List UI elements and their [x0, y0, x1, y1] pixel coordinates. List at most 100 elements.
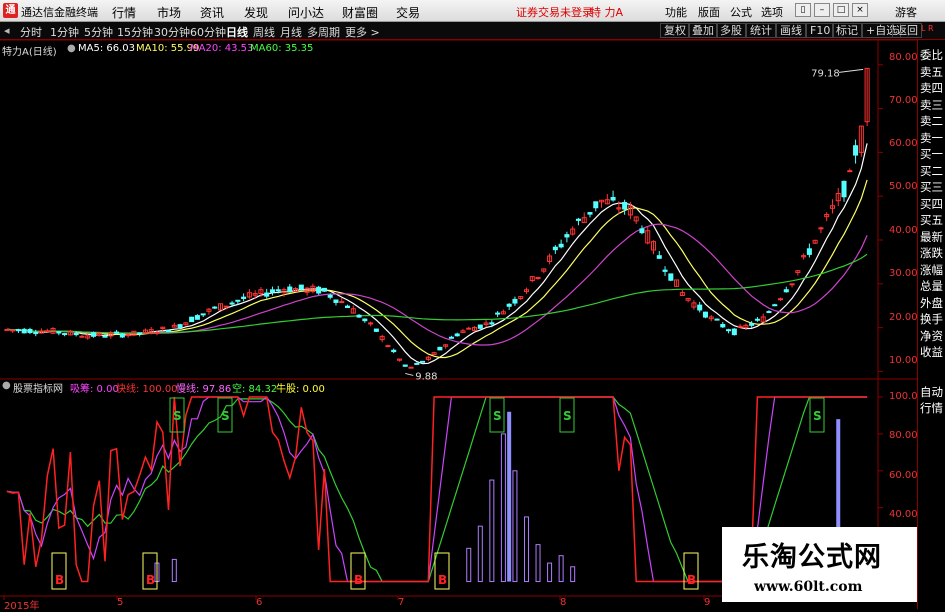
- x-tick: 9: [704, 597, 711, 608]
- sell-marker: S: [173, 409, 182, 423]
- ma-lines: [6, 143, 868, 365]
- candle-body: [79, 335, 85, 338]
- sidebar-corner-marks: L R: [921, 25, 934, 33]
- candle-body: [33, 332, 39, 335]
- ind-val-fast: 快线: 100.00: [116, 384, 178, 395]
- candle-body: [27, 328, 33, 334]
- ma5-line: [6, 143, 868, 365]
- sidebar-item[interactable]: 卖四: [920, 81, 945, 95]
- settings-dot-icon[interactable]: ●: [67, 43, 76, 54]
- candle-body: [737, 325, 743, 328]
- sidebar-item[interactable]: 最新: [920, 230, 945, 244]
- sidebar-item[interactable]: 卖一: [920, 131, 945, 145]
- candle-body: [15, 329, 21, 332]
- indicator-name: 股票指标网: [13, 384, 63, 395]
- candle-body: [10, 329, 16, 332]
- y-tick: 30.00: [889, 268, 918, 279]
- sidebar-item[interactable]: 买三: [920, 180, 945, 194]
- sidebar-item[interactable]: 买二: [920, 164, 945, 178]
- candle-body: [408, 366, 414, 369]
- buy-marker: B: [687, 573, 696, 587]
- y-tick: 10.00: [889, 355, 918, 366]
- candle-body: [56, 331, 62, 334]
- indicator-settings-icon[interactable]: ●: [2, 380, 11, 391]
- candle-body: [321, 287, 327, 292]
- y-tick: 80.00: [889, 52, 918, 63]
- candle-body: [223, 305, 229, 308]
- sidebar-item[interactable]: 涨幅: [920, 263, 945, 277]
- candle-body: [200, 313, 206, 316]
- sidebar-item[interactable]: 收益: [920, 345, 945, 359]
- candle-body: [414, 362, 420, 365]
- candle-body: [298, 284, 304, 290]
- sidebar-item[interactable]: 外盘: [920, 296, 945, 310]
- candle-body: [552, 246, 558, 251]
- candle-body: [177, 324, 183, 328]
- ma20-value: MA20: 43.53: [190, 43, 254, 54]
- x-tick: 8: [560, 597, 567, 608]
- ind-y-tick: 40.00: [889, 509, 918, 520]
- sidebar-item[interactable]: 涨跌: [920, 246, 945, 260]
- candle-body: [841, 180, 847, 198]
- sidebar-item[interactable]: 总量: [920, 279, 945, 293]
- candle-body: [264, 292, 270, 297]
- candle-body: [385, 345, 391, 348]
- candle-body: [766, 311, 772, 314]
- candle-body: [622, 201, 628, 210]
- ind-val-short: 空: 84.32: [232, 384, 278, 395]
- ind-y-tick: 60.00: [889, 470, 918, 481]
- candle-body: [789, 283, 795, 286]
- candle-body: [489, 322, 495, 325]
- y-tick: 70.00: [889, 95, 918, 106]
- ma60-value: MA60: 35.35: [250, 43, 314, 54]
- sidebar-item[interactable]: 买五: [920, 213, 945, 227]
- candle-body: [44, 330, 50, 333]
- sidebar-item[interactable]: 换手: [920, 312, 945, 326]
- sidebar-item[interactable]: 卖五: [920, 65, 945, 79]
- candle-body: [114, 331, 120, 334]
- candle-body: [806, 248, 812, 255]
- sidebar-bottom-item[interactable]: 行情: [920, 401, 945, 415]
- candle-body: [587, 212, 593, 215]
- sell-marker: S: [493, 409, 502, 423]
- y-tick: 20.00: [889, 312, 918, 323]
- candle-body: [402, 364, 408, 367]
- buy-marker: B: [438, 573, 447, 587]
- candle-body: [327, 294, 333, 298]
- candle-body: [137, 332, 143, 335]
- candle-body: [754, 318, 760, 321]
- candle-body: [368, 322, 374, 325]
- candle-body: [466, 327, 472, 330]
- ind-val-bull: 牛股: 0.00: [276, 384, 325, 395]
- candle-body: [847, 170, 853, 173]
- kline-chart[interactable]: S S S S S B B B B B 79.18 9.88: [0, 0, 917, 609]
- candle-body: [269, 289, 275, 293]
- sidebar-item[interactable]: 净资: [920, 329, 945, 343]
- candle-body: [495, 312, 501, 315]
- sidebar-item[interactable]: 委比: [920, 48, 945, 62]
- candle-body: [316, 286, 322, 294]
- sidebar-item[interactable]: 卖三: [920, 98, 945, 112]
- absorb-bar: [570, 566, 576, 583]
- candle-body: [212, 306, 218, 309]
- sidebar-item[interactable]: 买四: [920, 197, 945, 211]
- candle-body: [702, 311, 708, 318]
- sell-marker: S: [813, 409, 822, 423]
- absorb-bar: [466, 547, 472, 583]
- sidebar-bottom-item[interactable]: 自动: [920, 385, 945, 399]
- ma60-line: [6, 253, 868, 334]
- candle-body: [154, 331, 160, 334]
- ind-y-tick: 80.00: [889, 430, 918, 441]
- sidebar-item[interactable]: 卖二: [920, 114, 945, 128]
- sidebar-item[interactable]: 买一: [920, 147, 945, 161]
- right-mark: R: [928, 24, 934, 33]
- candle-body: [119, 333, 125, 338]
- absorb-bar: [477, 525, 483, 583]
- chart-title: 特力A(日线): [2, 47, 57, 58]
- high-pointer: [839, 68, 864, 73]
- candle-body: [437, 346, 443, 351]
- candle-body: [772, 304, 778, 307]
- candle-body: [512, 298, 518, 304]
- candle-body: [362, 318, 368, 322]
- candle-body: [333, 299, 339, 303]
